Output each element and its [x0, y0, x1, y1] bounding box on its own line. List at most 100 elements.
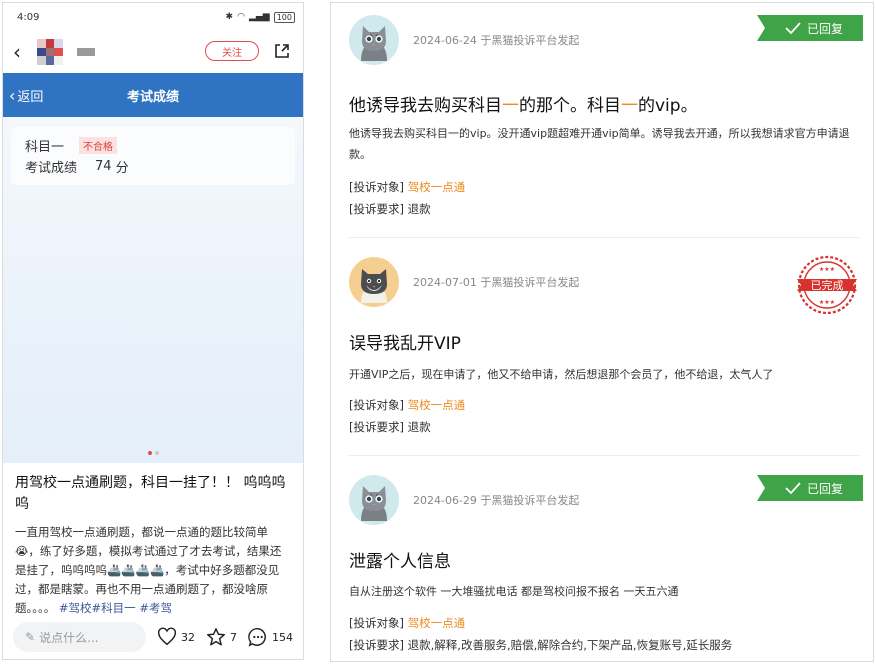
- star-icon: [207, 628, 225, 646]
- post-image[interactable]: 科目一 不合格 考试成绩 74 分: [3, 117, 303, 463]
- pager-dot: [154, 451, 159, 455]
- complaint-request: [投诉要求] 退款: [349, 419, 431, 435]
- complaint-description: 开通VIP之后，现在申请了，他又不给申请，然后想退那个会员了，他不给退，太气人了: [349, 368, 774, 381]
- complaint-header: 2024-06-24 于黑猫投诉平台发起: [349, 15, 579, 65]
- target-company-link[interactable]: 驾校一点通: [408, 180, 466, 194]
- chat-bubble-icon: [248, 628, 266, 647]
- target-label: [投诉对象]: [349, 180, 404, 194]
- exam-back-button[interactable]: ‹ 返回: [3, 86, 43, 105]
- complaint-meta: 2024-06-29 于黑猫投诉平台发起: [413, 494, 580, 507]
- like-button[interactable]: 32: [156, 626, 195, 648]
- divider: [349, 237, 859, 238]
- completed-stamp-icon: 已完成 ★★★ ★★★: [797, 255, 857, 315]
- wifi-icon: ◠: [237, 12, 245, 22]
- target-label: [投诉对象]: [349, 616, 404, 630]
- pager-dot: [147, 451, 152, 455]
- svg-text:★★★: ★★★: [819, 266, 835, 273]
- request-label: [投诉要求]: [349, 420, 404, 434]
- comments-button[interactable]: 154: [247, 626, 293, 648]
- title-part: 的vip。: [638, 96, 698, 116]
- exam-nav-title: 考试成绩: [126, 89, 179, 105]
- pencil-icon: ✎: [25, 630, 36, 644]
- complaint-header: 2024-06-29 于黑猫投诉平台发起: [349, 475, 579, 525]
- like-count: 32: [181, 630, 195, 644]
- request-value: 退款,解释,改善服务,赔偿,解除合约,下架产品,恢复账号,延长服务: [407, 638, 733, 652]
- author-name[interactable]: [77, 48, 95, 56]
- score-unit: 分: [115, 161, 129, 176]
- complaint-target: [投诉对象] 驾校一点通: [349, 397, 465, 413]
- chevron-left-icon: ‹: [9, 85, 16, 105]
- comment-input[interactable]: ✎ 说点什么...: [13, 622, 146, 652]
- post-body: 一直用驾校一点通刷题，都说一点通的题比较简单😭，练了好多题，模拟考试通过了才去考…: [15, 523, 291, 619]
- post-action-bar: ✎ 说点什么... 32 7 154: [3, 615, 303, 659]
- post-header: ‹ 关注: [3, 31, 303, 73]
- complaint-card[interactable]: 2024-06-29 于黑猫投诉平台发起 已回复 泄露个人信息 自从注册这个软件…: [331, 457, 873, 661]
- check-icon: [785, 22, 801, 34]
- battery-icon: 100: [273, 11, 295, 23]
- divider: [349, 455, 859, 456]
- svg-text:★★★: ★★★: [819, 299, 835, 306]
- request-value: 退款: [407, 420, 431, 434]
- request-label: [投诉要求]: [349, 202, 404, 216]
- complaint-description: 他诱导我去购买科目一的vip。没开通vip题超难开通vip简单。诱导我去开通，所…: [349, 127, 850, 161]
- request-label: [投诉要求]: [349, 638, 404, 652]
- gray-cat-avatar-icon: [349, 15, 399, 65]
- complaint-title[interactable]: 他诱导我去购买科目一的那个。科目一的vip。: [349, 91, 698, 116]
- target-company-link[interactable]: 驾校一点通: [408, 616, 466, 630]
- complaints-list: 2024-06-24 于黑猫投诉平台发起 已回复 他诱导我去购买科目一的那个。科…: [330, 2, 874, 662]
- favorite-count: 7: [230, 630, 237, 644]
- title-highlight: 一: [502, 96, 519, 116]
- bluetooth-icon: ✱: [225, 12, 234, 22]
- image-pager: [3, 451, 303, 455]
- post-content: 用驾校一点通刷题，科目一挂了！！ 呜呜呜呜 一直用驾校一点通刷题，都说一点通的题…: [3, 463, 303, 619]
- complaint-title[interactable]: 误导我乱开VIP: [349, 329, 461, 354]
- status-badge: 已回复: [757, 15, 863, 41]
- complaint-target: [投诉对象] 驾校一点通: [349, 179, 465, 195]
- complaint-header: 2024-07-01 于黑猫投诉平台发起: [349, 257, 579, 307]
- complaint-request: [投诉要求] 退款: [349, 201, 431, 217]
- target-company-link[interactable]: 驾校一点通: [408, 398, 466, 412]
- follow-button[interactable]: 关注: [205, 41, 259, 61]
- signal-icon: ▂▄▆: [248, 12, 270, 22]
- complaint-meta: 2024-07-01 于黑猫投诉平台发起: [413, 276, 580, 289]
- score-card: 科目一 不合格 考试成绩 74 分: [11, 127, 295, 185]
- title-part: 的那个。科目: [519, 96, 621, 116]
- status-label: 已回复: [806, 21, 843, 36]
- post-tags[interactable]: #驾校#科目一 #考驾: [59, 601, 172, 615]
- complaint-target: [投诉对象] 驾校一点通: [349, 615, 465, 631]
- comment-placeholder: 说点什么...: [39, 630, 99, 645]
- complaint-description: 自从注册这个软件 一大堆骚扰电话 都是驾校问报不报名 一天五六通: [349, 585, 679, 598]
- phone-post-view: 4:09 ✱ ◠ ▂▄▆ 100 ‹ 关注 ‹ 返回 考试成绩 科目一 不合格 …: [2, 2, 304, 660]
- favorite-button[interactable]: 7: [205, 626, 237, 648]
- fail-badge: 不合格: [79, 137, 117, 154]
- exam-nav-bar: ‹ 返回 考试成绩: [3, 73, 303, 117]
- status-bar: 4:09 ✱ ◠ ▂▄▆ 100: [3, 3, 303, 31]
- subject-row: 科目一 不合格: [25, 135, 281, 156]
- score-label: 考试成绩: [25, 161, 78, 176]
- title-highlight: 一: [621, 96, 638, 116]
- author-avatar[interactable]: [37, 39, 63, 65]
- exam-back-label: 返回: [17, 89, 44, 105]
- score-row: 考试成绩 74 分: [25, 156, 281, 177]
- status-icons: ✱ ◠ ▂▄▆ 100: [225, 11, 295, 23]
- comment-count: 154: [272, 630, 293, 644]
- screenshot-root: 4:09 ✱ ◠ ▂▄▆ 100 ‹ 关注 ‹ 返回 考试成绩 科目一 不合格 …: [0, 0, 876, 664]
- complaint-meta: 2024-06-24 于黑猫投诉平台发起: [413, 34, 580, 47]
- complaint-card[interactable]: 2024-07-01 于黑猫投诉平台发起 已完成 ★★★ ★★★ 误导我乱开VI…: [331, 239, 873, 457]
- complaint-request: [投诉要求] 退款,解释,改善服务,赔偿,解除合约,下架产品,恢复账号,延长服务: [349, 637, 732, 653]
- status-time: 4:09: [17, 11, 40, 23]
- status-label: 已回复: [806, 481, 843, 496]
- gray-cat-avatar-icon: [349, 475, 399, 525]
- post-title: 用驾校一点通刷题，科目一挂了！！ 呜呜呜呜: [15, 475, 286, 512]
- check-icon: [785, 482, 801, 494]
- share-icon[interactable]: [273, 42, 291, 60]
- title-part: 他诱导我去购买科目: [349, 96, 502, 116]
- dark-cat-avatar-icon: [349, 257, 399, 307]
- back-arrow-icon[interactable]: ‹: [13, 40, 31, 64]
- subject-label: 科目一: [25, 140, 65, 155]
- stamp-label: 已完成: [811, 278, 844, 292]
- complaint-card[interactable]: 2024-06-24 于黑猫投诉平台发起 已回复 他诱导我去购买科目一的那个。科…: [331, 3, 873, 239]
- status-badge: 已回复: [757, 475, 863, 501]
- complaint-title[interactable]: 泄露个人信息: [349, 547, 451, 572]
- score-value: 74: [95, 159, 112, 174]
